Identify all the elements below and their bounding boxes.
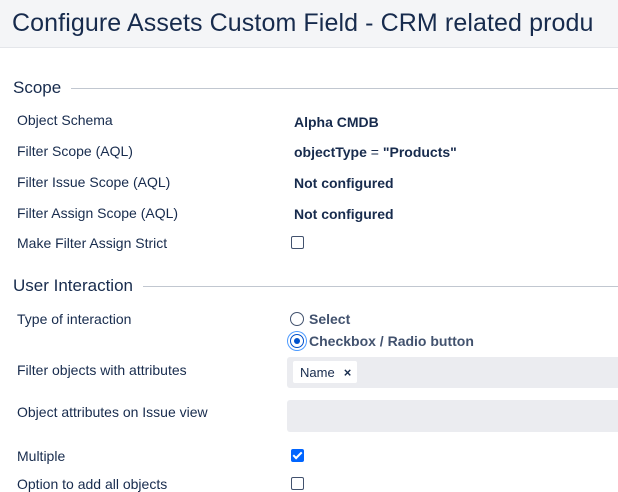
option-to-add-all-objects-checkbox[interactable] (291, 477, 304, 490)
radio-checkbox-radio-button[interactable] (290, 334, 304, 348)
filter-scope-key: objectType (294, 144, 367, 160)
filter-scope-value: objectType = "Products" (294, 144, 457, 160)
type-of-interaction-label: Type of interaction (17, 311, 132, 327)
page-header: Configure Assets Custom Field - CRM rela… (0, 0, 618, 48)
filter-objects-with-attributes-label: Filter objects with attributes (17, 362, 187, 378)
radio-checkbox-radio-label: Checkbox / Radio button (309, 333, 474, 349)
filter-scope-operator: = (370, 144, 379, 160)
filter-assign-scope-value: Not configured (294, 206, 394, 222)
radio-option-select[interactable]: Select (290, 310, 350, 328)
remove-tag-icon[interactable]: × (344, 366, 352, 379)
object-schema-value: Alpha CMDB (294, 114, 379, 130)
multiple-label: Multiple (17, 448, 66, 464)
radio-option-checkbox-radio[interactable]: Checkbox / Radio button (290, 332, 474, 350)
filter-assign-scope-label: Filter Assign Scope (AQL) (17, 205, 179, 221)
page-title: Configure Assets Custom Field - CRM rela… (12, 9, 594, 37)
scope-section-title: Scope (13, 78, 72, 98)
multiple-checkbox[interactable] (291, 449, 304, 462)
radio-select[interactable] (290, 312, 304, 326)
attribute-tag-label: Name (300, 364, 335, 380)
scope-section-header: Scope (13, 78, 618, 98)
make-filter-assign-strict-checkbox[interactable] (291, 236, 304, 249)
filter-issue-scope-value: Not configured (294, 175, 394, 191)
user-interaction-section-header: User Interaction (13, 276, 618, 296)
filter-scope-label: Filter Scope (AQL) (17, 143, 133, 159)
filter-scope-val: "Products" (382, 144, 457, 160)
option-to-add-all-objects-label: Option to add all objects (17, 476, 168, 492)
attribute-tag-name: Name × (293, 361, 358, 383)
issue-view-attributes-select[interactable] (287, 400, 618, 432)
object-attributes-on-issue-view-label: Object attributes on Issue view (17, 404, 208, 420)
section-divider (13, 88, 618, 89)
make-filter-assign-strict-label: Make Filter Assign Strict (17, 235, 168, 251)
filter-attributes-select[interactable]: Name × (287, 357, 618, 388)
radio-select-label: Select (309, 311, 351, 327)
filter-issue-scope-label: Filter Issue Scope (AQL) (17, 174, 171, 190)
user-interaction-section-title: User Interaction (13, 276, 143, 296)
object-schema-label: Object Schema (17, 112, 113, 128)
